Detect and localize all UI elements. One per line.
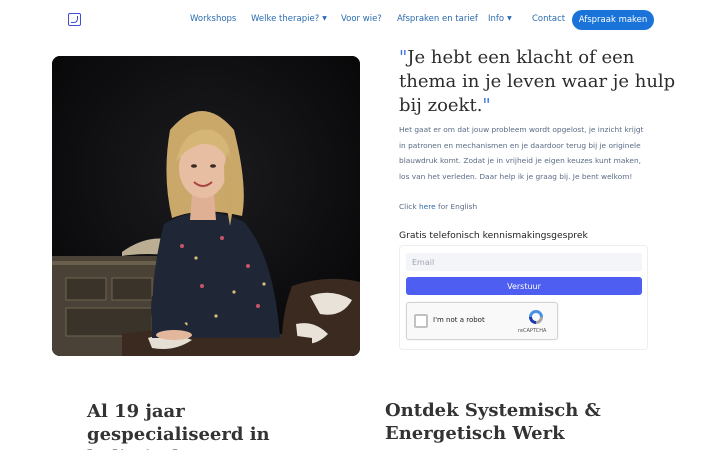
english-link[interactable]: here: [419, 202, 436, 211]
captcha-brand: reCAPTCHA: [518, 328, 547, 334]
nav-item-label: Afspraken en tarief: [397, 14, 478, 24]
captcha-label: I'm not a robot: [433, 316, 485, 324]
form-title: Gratis telefonisch kennismakingsgesprek: [399, 230, 588, 241]
contact-form: Verstuur I'm not a robot reCAPTCHA: [399, 245, 648, 350]
nav-item-workshops[interactable]: Workshops: [190, 14, 236, 24]
intro-paragraph: Het gaat er om dat jouw probleem wordt o…: [399, 125, 644, 181]
quote-text: Je hebt een klacht of een thema in je le…: [399, 47, 676, 116]
section-heading-emdr: Al 19 jaar gespecialiseerd in holistisch…: [87, 401, 270, 450]
quote-close-mark: ": [482, 95, 491, 116]
chevron-down-icon: ▼: [507, 15, 512, 22]
top-navigation: Workshops Welke therapie? ▼ Voor wie? Afs…: [0, 0, 720, 40]
section-heading-systemisch: Ontdek Systemisch & Energetisch Werk: [385, 400, 601, 444]
captcha-checkbox[interactable]: [414, 314, 428, 328]
nav-item-welke-therapie[interactable]: Welke therapie? ▼: [251, 14, 327, 24]
portrait-illustration: [52, 56, 360, 356]
nav-item-label: Workshops: [190, 14, 237, 24]
email-field[interactable]: [406, 253, 642, 271]
afspraak-maken-button[interactable]: Afspraak maken: [572, 10, 654, 30]
verstuur-button[interactable]: Verstuur: [406, 277, 642, 295]
nav-item-label: Voor wie?: [341, 14, 382, 24]
nav-item-info[interactable]: Info ▼: [488, 14, 512, 24]
nav-item-label: Welke therapie?: [251, 14, 320, 24]
nav-item-label: Contact: [532, 14, 566, 24]
nav-item-label: Info: [488, 14, 505, 24]
english-line: Click here for English: [399, 202, 477, 211]
nav-item-contact[interactable]: Contact: [532, 14, 565, 24]
english-suffix: for English: [435, 202, 478, 211]
portrait-photo: [52, 56, 360, 356]
nav-item-voor-wie[interactable]: Voor wie?: [341, 14, 382, 24]
chevron-down-icon: ▼: [322, 15, 327, 22]
brand-logo-icon[interactable]: [68, 13, 81, 26]
recaptcha-widget: I'm not a robot reCAPTCHA: [406, 302, 558, 340]
nav-item-afspraken[interactable]: Afspraken en tarief: [397, 14, 478, 24]
english-prefix: Click: [399, 202, 419, 211]
hero-quote: "Je hebt een klacht of een thema in je l…: [399, 46, 679, 118]
recaptcha-icon: [529, 310, 543, 324]
